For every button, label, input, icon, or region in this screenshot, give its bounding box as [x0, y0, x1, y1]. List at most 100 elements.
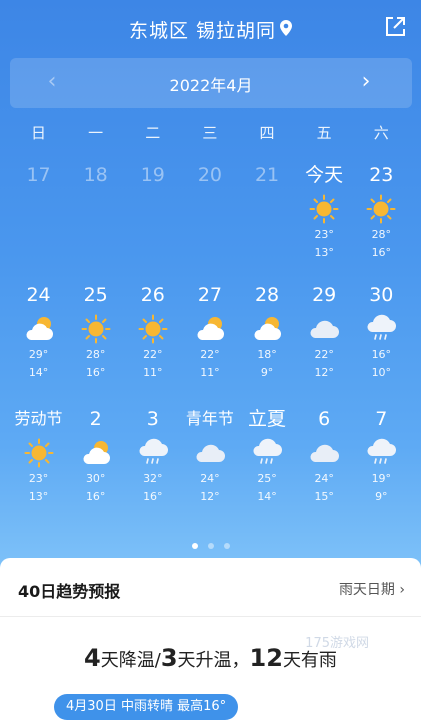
cloud-icon [296, 312, 353, 346]
day-label: 今天 [305, 164, 344, 186]
cool-days-count: 4 [84, 644, 101, 672]
weekday-label: 六 [373, 124, 389, 142]
location-label: 东城区 锡拉胡同 [128, 20, 277, 42]
day-label: 17 [26, 164, 51, 186]
partly-cloudy-icon [239, 312, 296, 346]
calendar-week-row: 17 18 19 20 21 今天 23° 13° 23 28° 16° [10, 162, 410, 280]
weekday-label: 日 [31, 124, 47, 142]
day-label: 29 [312, 284, 337, 306]
card-header: 40日趋势预报 雨天日期 › [0, 558, 421, 617]
page-dot[interactable] [191, 543, 198, 549]
calendar-day-cell[interactable]: 立夏 25° 14° [239, 406, 296, 526]
calendar-day-cell[interactable]: 3 32° 16° [124, 406, 181, 526]
low-temp: 16° [371, 246, 392, 259]
card-title: 40日趋势预报 [18, 582, 121, 601]
partly-cloudy-icon [67, 436, 124, 470]
calendar-day-cell[interactable]: 26 22° 11° [124, 282, 181, 406]
high-temp: 22° [314, 348, 334, 361]
low-temp: 13° [28, 490, 49, 503]
month-bar: ‹ 2022年4月 › [10, 58, 412, 108]
calendar-day-cell[interactable]: 24 29° 14° [10, 282, 67, 406]
day-label: 3 [146, 408, 159, 430]
rain-icon [353, 312, 410, 346]
page-dot[interactable] [223, 543, 230, 549]
weekday-label: 一 [88, 124, 104, 142]
day-label: 28 [254, 284, 280, 306]
day-label: 20 [197, 164, 223, 186]
calendar-day-cell: 20 [181, 162, 238, 280]
rain-icon [353, 436, 410, 470]
calendar-day-cell[interactable]: 6 24° 15° [296, 406, 353, 526]
high-temp: 23° [314, 228, 334, 241]
low-temp: 12° [314, 366, 334, 379]
calendar-day-cell: 18 [67, 162, 124, 280]
low-temp: 15° [314, 490, 334, 503]
low-temp: 16° [143, 490, 163, 503]
high-temp: 30° [85, 472, 106, 485]
day-label: 立夏 [248, 408, 287, 430]
calendar-day-cell[interactable]: 25 28° 16° [67, 282, 124, 406]
warm-days-count: 3 [160, 644, 178, 672]
share-icon[interactable] [383, 15, 407, 39]
calendar-day-cell[interactable]: 27 22° 11° [181, 282, 238, 406]
calendar-day-cell[interactable]: 今天 23° 13° [296, 162, 353, 280]
sun-icon [67, 312, 124, 346]
day-label: 25 [83, 284, 108, 306]
high-temp: 24° [314, 472, 334, 485]
day-label: 2 [89, 408, 102, 430]
high-temp: 29° [28, 348, 49, 361]
day-label: 青年节 [185, 409, 234, 428]
high-temp: 18° [257, 348, 277, 361]
location-pin-icon [280, 19, 293, 41]
high-temp: 25° [257, 472, 277, 485]
day-label: 劳动节 [14, 409, 63, 428]
calendar-day-cell[interactable]: 30 16° 10° [353, 282, 410, 406]
calendar-day-cell[interactable]: 29 22° 12° [296, 282, 353, 406]
low-temp: 9° [260, 366, 274, 379]
low-temp: 14° [257, 490, 277, 503]
trend-summary: 4天降温/3天升温，12天有雨 [0, 644, 421, 672]
day-label: 24 [26, 284, 51, 306]
rainy-days-link[interactable]: 雨天日期 › [339, 579, 405, 599]
sun-icon [296, 192, 353, 226]
sun-icon [353, 192, 410, 226]
location-title[interactable]: 东城区 锡拉胡同 [0, 16, 421, 43]
high-temp: 23° [28, 472, 49, 485]
high-temp: 22° [200, 348, 220, 361]
weekday-label: 四 [259, 124, 275, 142]
calendar-day-cell[interactable]: 23 28° 16° [353, 162, 410, 280]
calendar-day-cell[interactable]: 7 19° 9° [353, 406, 410, 526]
calendar-week-row: 24 29° 14° 25 28° 16° 26 22° 11° 27 22° 11° 28 18° 9° 2… [10, 282, 410, 406]
high-temp: 24° [200, 472, 220, 485]
cloud-icon [181, 436, 238, 470]
low-temp: 14° [28, 366, 49, 379]
day-label: 23 [369, 164, 394, 186]
forecast-pill[interactable]: 4月30日 中雨转晴 最高16° [54, 694, 239, 720]
calendar-day-cell[interactable]: 青年节 24° 12° [181, 406, 238, 526]
forecast-40day-card[interactable]: 40日趋势预报 雨天日期 › 175游戏网 4天降温/3天升温，12天有雨 4月… [0, 558, 421, 728]
partly-cloudy-icon [10, 312, 67, 346]
calendar-day-cell: 19 [124, 162, 181, 280]
low-temp: 16° [85, 366, 106, 379]
low-temp: 10° [371, 366, 392, 379]
day-label: 7 [375, 408, 388, 430]
day-label: 6 [318, 408, 331, 430]
calendar-day-cell[interactable]: 2 30° 16° [67, 406, 124, 526]
page-dot[interactable] [207, 543, 214, 549]
calendar-day-cell[interactable]: 28 18° 9° [239, 282, 296, 406]
high-temp: 28° [371, 228, 392, 241]
rain-icon [239, 436, 296, 470]
low-temp: 12° [200, 490, 220, 503]
weekday-header: 日 一 二 三 四 五 六 [10, 122, 410, 148]
calendar-grid: 日 一 二 三 四 五 六 17 18 19 20 21 今天 23° 13° 23 28° 16°… [10, 122, 410, 526]
partly-cloudy-icon [181, 312, 238, 346]
high-temp: 22° [143, 348, 163, 361]
rain-icon [124, 436, 181, 470]
low-temp: 9° [375, 490, 388, 503]
sun-icon [124, 312, 181, 346]
calendar-day-cell: 17 [10, 162, 67, 280]
next-month-button[interactable]: › [356, 70, 376, 94]
calendar-day-cell[interactable]: 劳动节 23° 13° [10, 406, 67, 526]
weekday-label: 五 [316, 124, 332, 142]
high-temp: 16° [371, 348, 392, 361]
